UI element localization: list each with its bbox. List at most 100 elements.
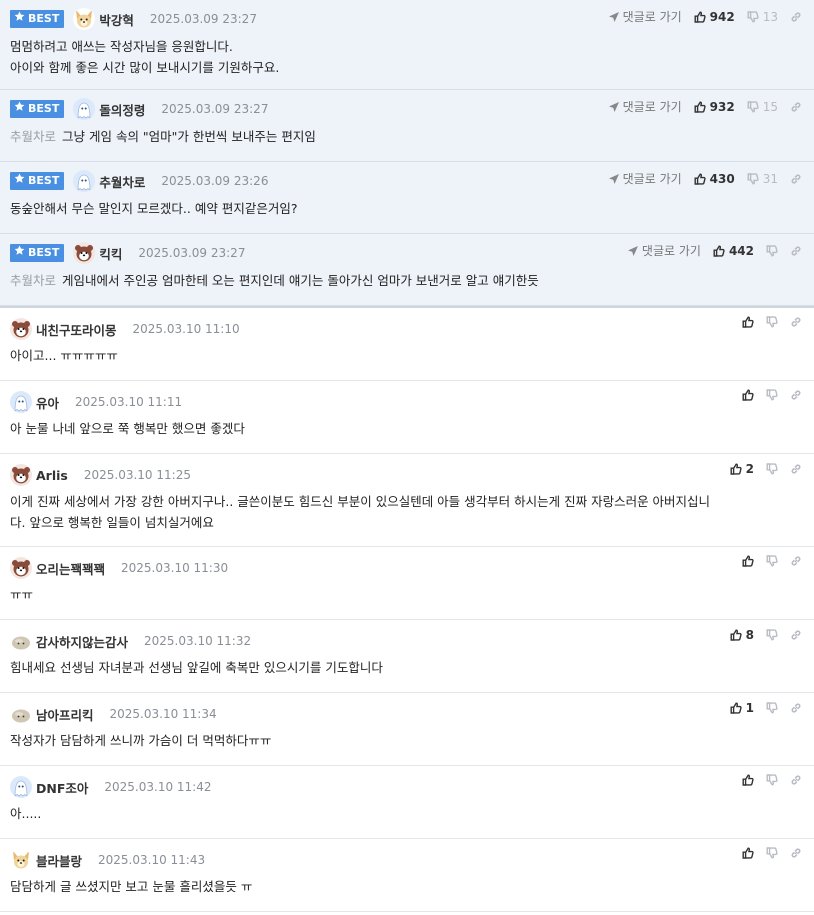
downvote-button[interactable]	[766, 555, 778, 567]
author-nickname[interactable]: 킥킥	[99, 244, 122, 263]
link-button[interactable]	[790, 774, 802, 786]
upvote-button[interactable]: 430	[694, 172, 735, 186]
upvote-button[interactable]	[742, 555, 754, 567]
goto-reply-label: 댓글로 가기	[622, 10, 682, 24]
link-button[interactable]	[790, 629, 802, 641]
ghost-avatar[interactable]	[73, 98, 96, 120]
link-icon	[790, 702, 802, 714]
goto-reply-button[interactable]: 댓글로 가기	[608, 170, 682, 187]
author-nickname[interactable]: 블라블랑	[36, 851, 82, 870]
comment-body: 추월차로 게임내에서 주인공 엄마한테 오는 편지인데 얘기는 돌아가신 엄마가 …	[10, 270, 804, 291]
link-button[interactable]	[790, 173, 802, 185]
comment-body: ㅠㅠ	[10, 584, 804, 605]
upvote-count: 2	[745, 462, 754, 476]
arrow-icon	[608, 11, 623, 23]
author-nickname[interactable]: 남아프리킥	[36, 705, 94, 724]
upvote-button[interactable]: 442	[713, 244, 754, 258]
comment-header: Arlis 2025.03.10 11:25	[10, 462, 804, 488]
thumbs-up-icon	[694, 10, 706, 23]
ghost-avatar[interactable]	[10, 776, 32, 798]
upvote-button[interactable]	[742, 774, 754, 786]
link-icon	[790, 463, 802, 475]
comment-body: 추월차로 그냥 게임 속의 "엄마"가 한번씩 보내주는 편지임	[10, 126, 804, 147]
comment-header: DNF조아 2025.03.10 11:42	[10, 774, 804, 800]
downvote-button[interactable]: 31	[747, 172, 778, 186]
author-nickname[interactable]: 유아	[36, 393, 59, 412]
downvote-button[interactable]	[766, 629, 778, 641]
link-button[interactable]	[790, 555, 802, 567]
author-nickname[interactable]: DNF조아	[36, 778, 88, 797]
thumbs-down-icon	[766, 847, 778, 859]
upvote-button[interactable]	[742, 316, 754, 328]
thumbs-down-icon	[766, 316, 778, 328]
author-nickname[interactable]: 감사하지않는감사	[36, 632, 128, 651]
link-button[interactable]	[790, 245, 802, 257]
comment-line: ㅠㅠ	[10, 584, 804, 605]
reply-target[interactable]: 추월차로	[10, 273, 56, 288]
downvote-button[interactable]	[766, 389, 778, 401]
downvote-button[interactable]	[766, 463, 778, 475]
bear-avatar[interactable]	[10, 464, 32, 486]
downvote-button[interactable]	[766, 774, 778, 786]
ghost-avatar[interactable]	[10, 391, 32, 413]
best-badge: BEST	[10, 10, 65, 28]
goto-reply-button[interactable]: 댓글로 가기	[627, 242, 701, 259]
comment-header: 블라블랑 2025.03.10 11:43	[10, 847, 804, 873]
dog-avatar[interactable]	[73, 8, 96, 30]
author-nickname[interactable]: 돌의정령	[99, 100, 145, 119]
comment-date: 2025.03.10 11:25	[83, 468, 191, 482]
link-button[interactable]	[790, 316, 802, 328]
author-nickname[interactable]: 오리는꽥꽥꽥	[36, 559, 105, 578]
downvote-button[interactable]	[766, 847, 778, 859]
upvote-button[interactable]: 8	[730, 628, 754, 642]
comment-header: 오리는꽥꽥꽥 2025.03.10 11:30	[10, 555, 804, 581]
upvote-button[interactable]	[742, 847, 754, 859]
comment-body: 힘내세요 선생님 자녀분과 선생님 앞길에 축복만 있으시기를 기도합니다	[10, 657, 804, 678]
comment-text: 이게 진짜 세상에서 가장 강한 아버지구나.. 글쓴이분도 힘드신 부분이 있…	[10, 494, 711, 509]
link-icon	[790, 173, 802, 185]
downvote-button[interactable]	[766, 244, 778, 257]
author-nickname[interactable]: 추월차로	[99, 172, 145, 191]
upvote-count: 442	[728, 243, 754, 258]
comment-item: DNF조아 2025.03.10 11:42 아.....	[0, 766, 814, 839]
comment-date: 2025.03.10 11:34	[109, 707, 217, 721]
rock-avatar[interactable]	[10, 703, 32, 725]
downvote-button[interactable]: 13	[747, 10, 778, 24]
dog-avatar[interactable]	[10, 849, 32, 871]
bear-avatar[interactable]	[73, 242, 96, 264]
comment-actions	[730, 555, 802, 567]
rock-avatar[interactable]	[10, 630, 32, 652]
link-icon	[790, 245, 802, 257]
comment-header: 감사하지않는감사 2025.03.10 11:32	[10, 628, 804, 654]
link-button[interactable]	[790, 11, 802, 23]
author-nickname[interactable]: Arlis	[36, 468, 68, 483]
link-button[interactable]	[790, 463, 802, 475]
upvote-button[interactable]: 932	[694, 100, 735, 114]
link-button[interactable]	[790, 847, 802, 859]
link-button[interactable]	[790, 389, 802, 401]
link-button[interactable]	[790, 702, 802, 714]
comment-body: 아 눈물 나네 앞으로 쭉 행복만 했으면 좋겠다	[10, 418, 804, 439]
goto-reply-button[interactable]: 댓글로 가기	[608, 98, 682, 115]
ghost-avatar[interactable]	[73, 170, 96, 192]
downvote-button[interactable]	[766, 316, 778, 328]
author-nickname[interactable]: 박강혁	[99, 10, 134, 29]
bear-avatar[interactable]	[10, 318, 32, 340]
link-icon	[790, 101, 802, 113]
goto-reply-button[interactable]: 댓글로 가기	[608, 8, 682, 25]
thumbs-up-icon	[742, 555, 754, 567]
reply-target[interactable]: 추월차로	[10, 129, 56, 144]
link-button[interactable]	[790, 101, 802, 113]
downvote-button[interactable]: 15	[747, 100, 778, 114]
upvote-button[interactable]: 2	[730, 462, 754, 476]
author-nickname[interactable]: 내친구또라이몽	[36, 320, 117, 339]
bear-avatar[interactable]	[10, 557, 32, 579]
comment-actions	[730, 389, 802, 401]
downvote-button[interactable]	[766, 702, 778, 714]
comment-text: 멈멈하려고 애쓰는 작성자님을 응원합니다.	[10, 39, 233, 54]
comment-actions: 8	[718, 628, 802, 642]
upvote-button[interactable]	[742, 389, 754, 401]
upvote-button[interactable]: 942	[694, 10, 735, 24]
comment-body: 이게 진짜 세상에서 가장 강한 아버지구나.. 글쓴이분도 힘드신 부분이 있…	[10, 491, 804, 533]
upvote-button[interactable]: 1	[730, 701, 754, 715]
